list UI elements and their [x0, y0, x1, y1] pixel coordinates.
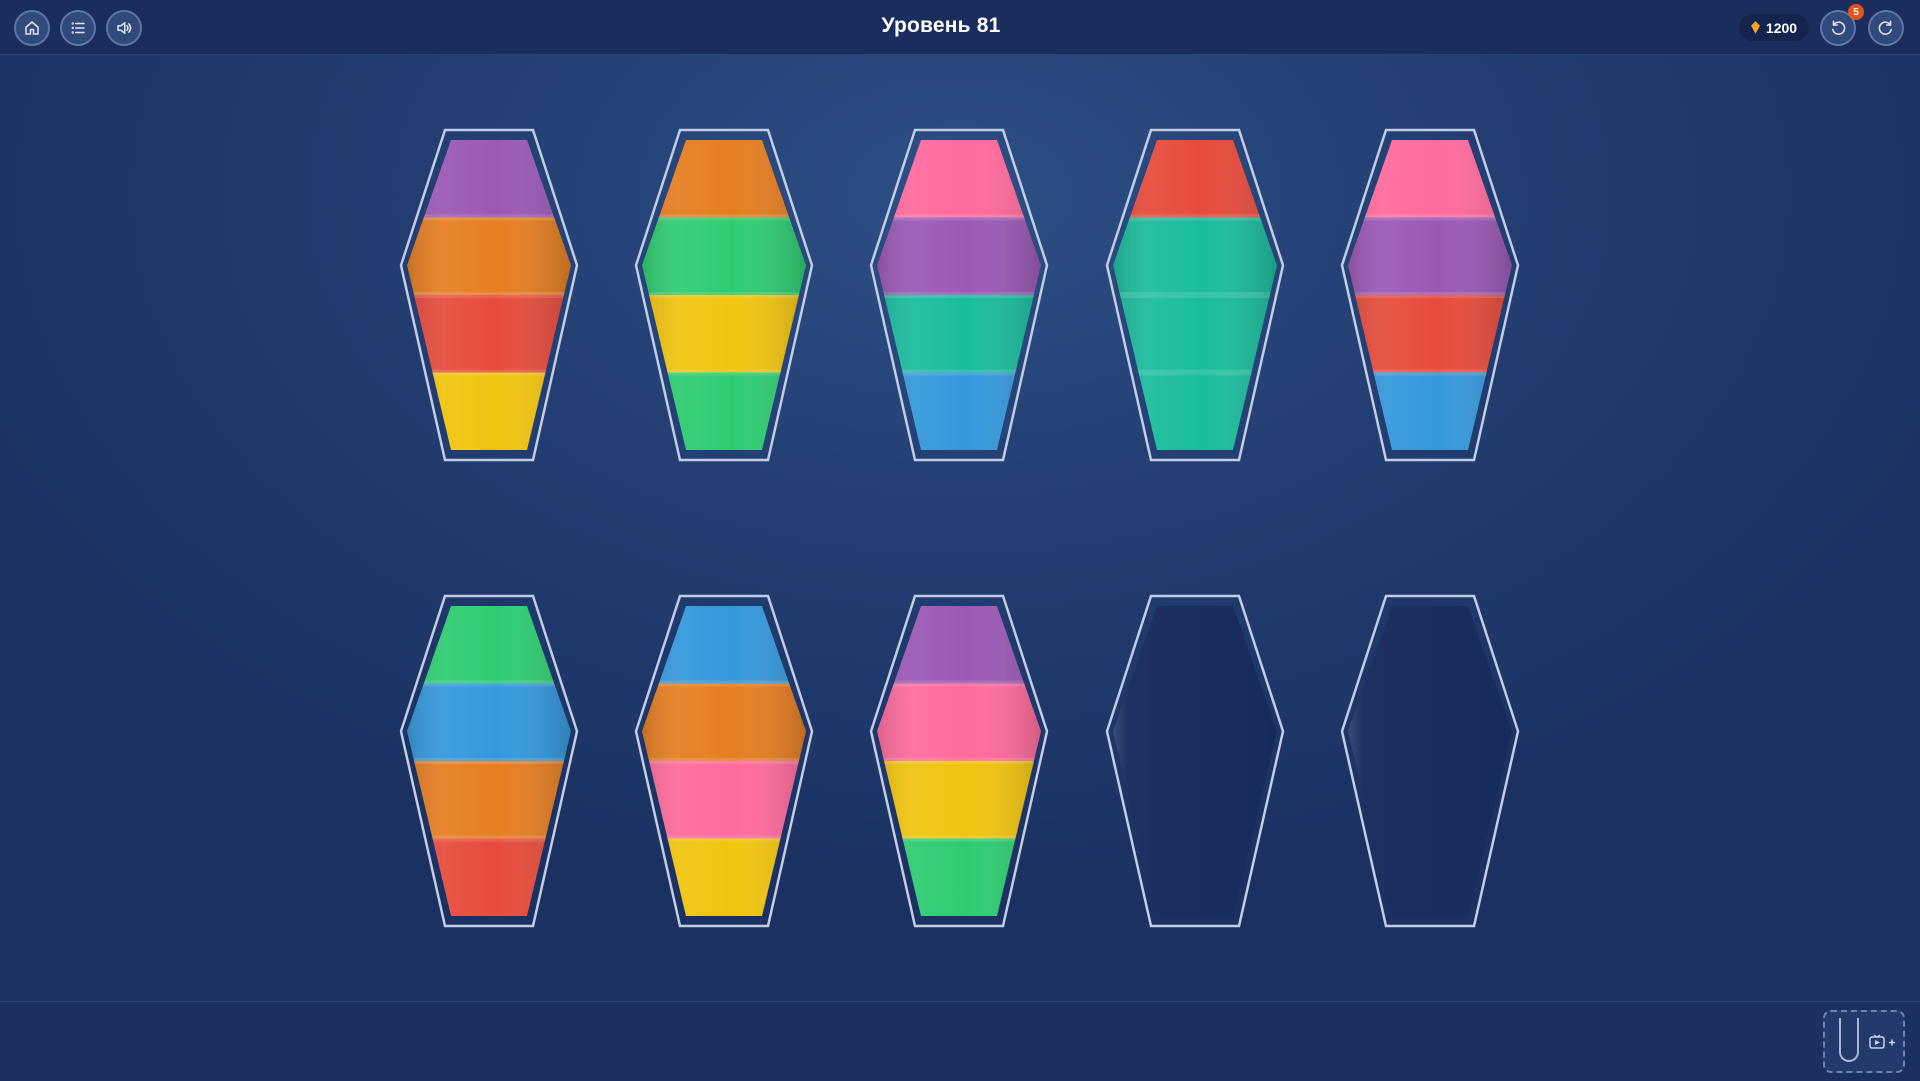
diamond-icon: [1750, 21, 1760, 34]
tube-2[interactable]: [634, 128, 814, 462]
undo-icon: [1832, 20, 1846, 35]
tube-8[interactable]: [869, 594, 1049, 928]
bottom-bar: [0, 1001, 1920, 1081]
tube-6[interactable]: [399, 594, 579, 928]
tube-1[interactable]: [399, 128, 579, 462]
tube-4[interactable]: [1105, 128, 1285, 462]
tube-10[interactable]: [1340, 594, 1520, 928]
restart-button[interactable]: [1868, 10, 1904, 46]
tube-icon: [1839, 1018, 1859, 1062]
tube-9[interactable]: [1105, 594, 1285, 928]
level-title: Уровень 81: [881, 14, 1001, 37]
video-ad-icon: [1869, 1034, 1895, 1049]
restart-icon: [1878, 20, 1892, 35]
game-board: [399, 128, 1520, 928]
coin-amount: 1200: [1765, 19, 1798, 36]
tube-5[interactable]: [1340, 128, 1520, 462]
tube-3[interactable]: [869, 128, 1049, 462]
undo-count-badge: 5: [1848, 4, 1864, 20]
coin-counter: 1200: [1739, 14, 1809, 41]
add-tube-button[interactable]: [1823, 1010, 1905, 1073]
tube-7[interactable]: [634, 594, 814, 928]
